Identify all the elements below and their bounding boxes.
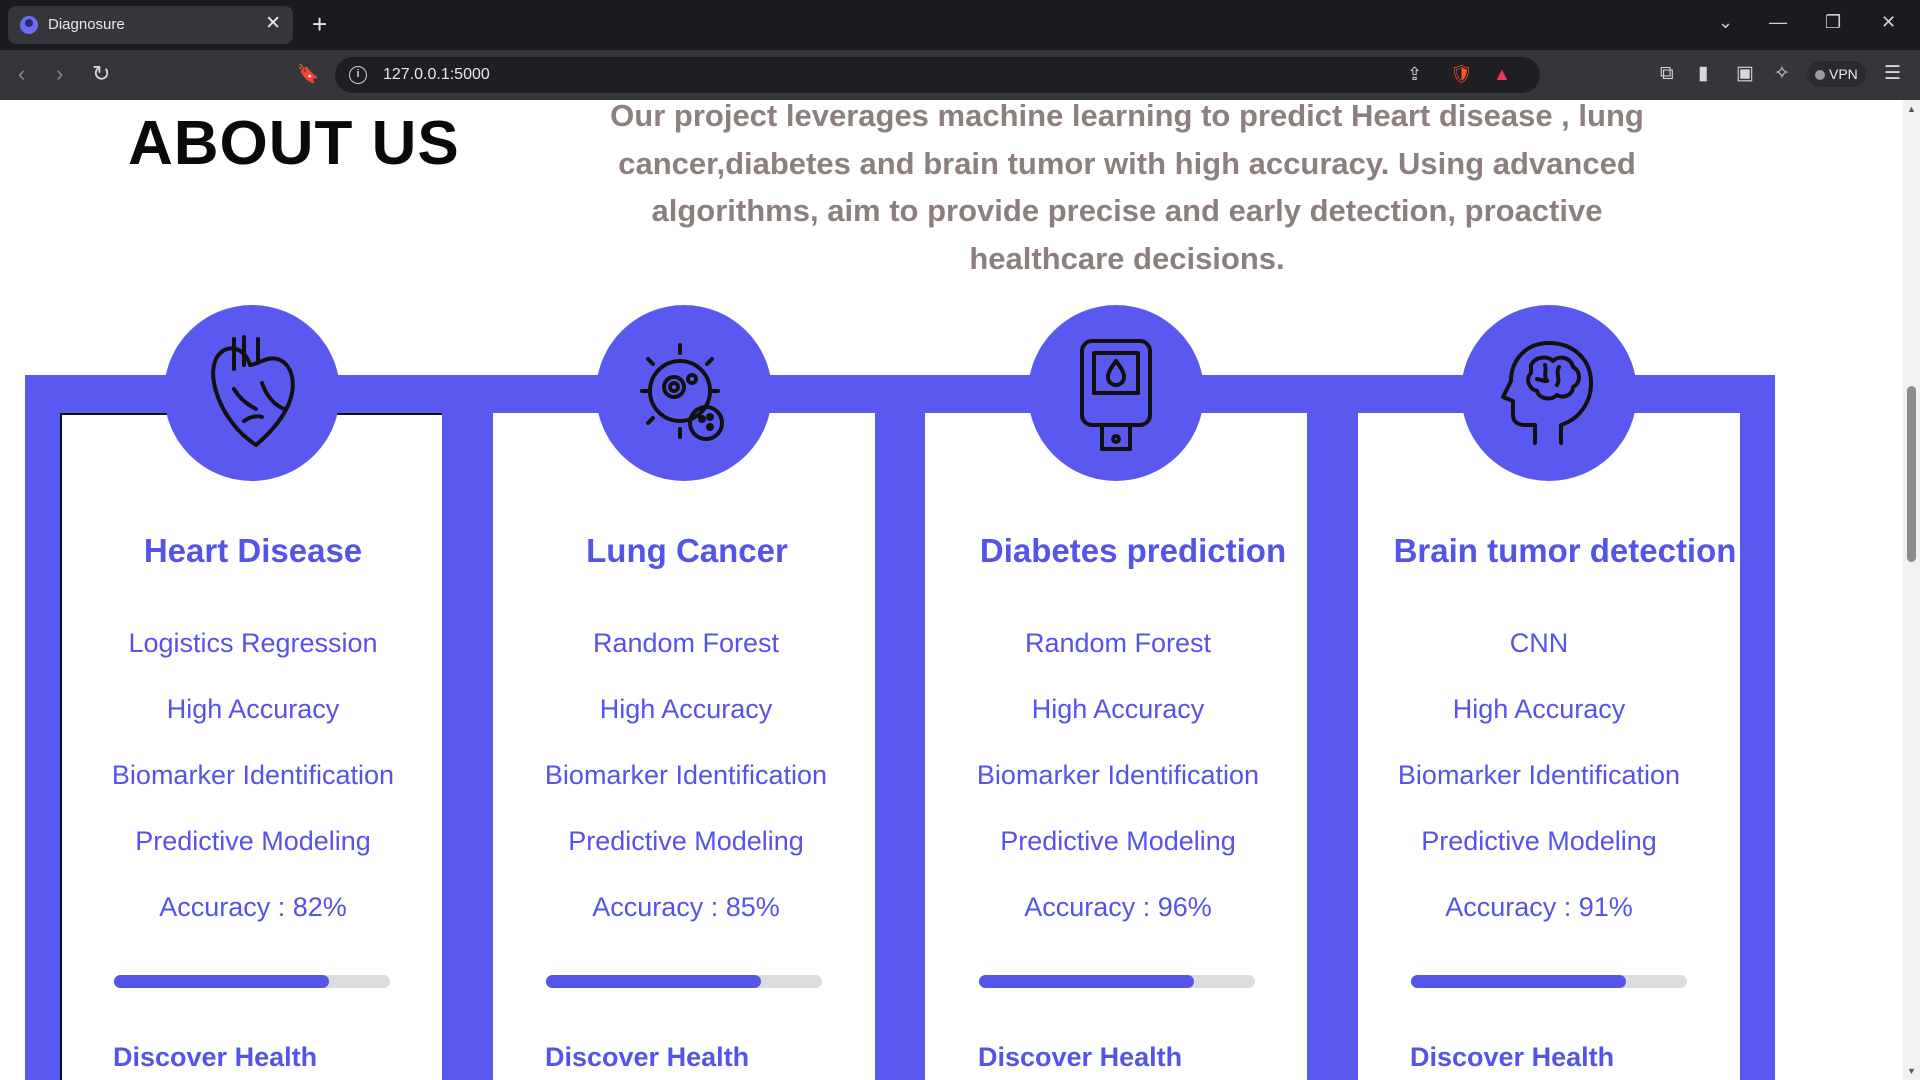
- discover-health-link[interactable]: Discover Health: [113, 1042, 317, 1073]
- url-text: 127.0.0.1:5000: [383, 66, 490, 83]
- card-title: Brain tumor detection: [1393, 532, 1737, 569]
- heart-icon: [211, 335, 295, 447]
- card-icon-circle: [1028, 305, 1204, 481]
- card-feature: Predictive Modeling: [1000, 826, 1236, 856]
- card-feature: Biomarker Identification: [976, 760, 1260, 790]
- card-feature: Biomarker Identification: [111, 760, 395, 790]
- accuracy-progress-bar: [114, 975, 390, 988]
- wallet-icon[interactable]: ▣: [1736, 62, 1754, 86]
- vpn-status-icon: [1815, 70, 1825, 81]
- card-title: Lung Cancer: [586, 532, 788, 569]
- card-accuracy: Accuracy : 82%: [159, 892, 347, 922]
- card-feature: High Accuracy: [599, 694, 773, 724]
- page-viewport: ABOUT US Our project leverages machine l…: [0, 100, 1903, 1080]
- about-title: ABOUT US: [128, 109, 460, 178]
- card-feature: High Accuracy: [1452, 694, 1626, 724]
- brain-head-icon: [1501, 341, 1593, 445]
- tab-bar: Diagnosure ✕ + ⌄ — ❐ ✕: [0, 0, 1920, 50]
- restore-icon[interactable]: ❐: [1825, 12, 1841, 33]
- share-icon[interactable]: ⇪: [1407, 64, 1422, 85]
- card-feature: High Accuracy: [166, 694, 340, 724]
- sidebar-icon[interactable]: ▮: [1698, 62, 1708, 86]
- vpn-button[interactable]: VPN: [1807, 61, 1866, 87]
- tab-search-chevron-icon[interactable]: ⌄: [1718, 12, 1733, 33]
- site-favicon-icon: [20, 16, 38, 34]
- scroll-up-icon[interactable]: ▲: [1907, 104, 1916, 114]
- close-window-icon[interactable]: ✕: [1881, 12, 1896, 33]
- menu-icon[interactable]: ☰: [1884, 62, 1901, 86]
- discover-health-link[interactable]: Discover Health: [545, 1042, 749, 1073]
- browser-toolbar: ‹ › ↻ 🔖 i 127.0.0.1:5000 ⇪ 🛡 ▲ ⧉ ▮ ▣ ✧ V…: [0, 50, 1920, 100]
- card-feature: Random Forest: [1024, 628, 1212, 658]
- forward-icon[interactable]: ›: [56, 62, 63, 86]
- minimize-icon[interactable]: —: [1769, 12, 1787, 33]
- card-feature: CNN: [1509, 628, 1569, 658]
- extensions-icon[interactable]: ⧉: [1660, 62, 1674, 86]
- bookmark-icon[interactable]: 🔖: [297, 62, 319, 86]
- back-icon[interactable]: ‹: [18, 62, 25, 86]
- tab-title: Diagnosure: [48, 16, 125, 33]
- card-accuracy: Accuracy : 91%: [1445, 892, 1633, 922]
- card-title: Heart Disease: [143, 532, 363, 569]
- brave-shields-icon[interactable]: 🛡: [1450, 64, 1473, 85]
- progress-fill: [114, 975, 330, 988]
- card-accuracy: Accuracy : 96%: [1024, 892, 1212, 922]
- browser-tab[interactable]: Diagnosure ✕: [8, 6, 293, 44]
- accuracy-progress-bar: [979, 975, 1255, 988]
- card-feature: Predictive Modeling: [135, 826, 371, 856]
- new-tab-button[interactable]: +: [312, 10, 327, 38]
- virus-cell-icon: [640, 343, 724, 441]
- card-feature: Random Forest: [592, 628, 780, 658]
- discover-health-link[interactable]: Discover Health: [1410, 1042, 1614, 1073]
- card-title: Diabetes prediction: [979, 532, 1287, 569]
- brave-rewards-icon[interactable]: ▲: [1493, 64, 1511, 85]
- about-description: Our project leverages machine learning t…: [610, 100, 1644, 276]
- progress-fill: [546, 975, 762, 988]
- close-tab-icon[interactable]: ✕: [265, 13, 281, 35]
- card-feature: Biomarker Identification: [1397, 760, 1681, 790]
- leo-ai-icon[interactable]: ✧: [1774, 62, 1790, 86]
- card-feature: Predictive Modeling: [1421, 826, 1657, 856]
- accuracy-progress-bar: [546, 975, 822, 988]
- reload-icon[interactable]: ↻: [92, 62, 110, 86]
- card-feature: Predictive Modeling: [568, 826, 804, 856]
- card-feature: High Accuracy: [1031, 694, 1205, 724]
- discover-health-link[interactable]: Discover Health: [978, 1042, 1182, 1073]
- vpn-label: VPN: [1829, 66, 1858, 82]
- address-bar[interactable]: i 127.0.0.1:5000 ⇪ 🛡 ▲: [335, 57, 1540, 93]
- scrollbar-thumb[interactable]: [1907, 386, 1916, 562]
- card-feature: Biomarker Identification: [544, 760, 828, 790]
- page-scrollbar[interactable]: ▲ ▼: [1903, 100, 1920, 1080]
- card-icon-circle: [164, 305, 340, 481]
- progress-fill: [979, 975, 1195, 988]
- accuracy-progress-bar: [1411, 975, 1687, 988]
- card-icon-circle: [596, 305, 772, 481]
- card-icon-circle: [1461, 305, 1637, 481]
- scroll-down-icon[interactable]: ▼: [1907, 1066, 1916, 1076]
- progress-fill: [1411, 975, 1627, 988]
- card-accuracy: Accuracy : 85%: [592, 892, 780, 922]
- card-feature: Logistics Regression: [128, 628, 378, 658]
- site-info-icon[interactable]: i: [349, 66, 367, 84]
- glucose-meter-icon: [1080, 339, 1152, 451]
